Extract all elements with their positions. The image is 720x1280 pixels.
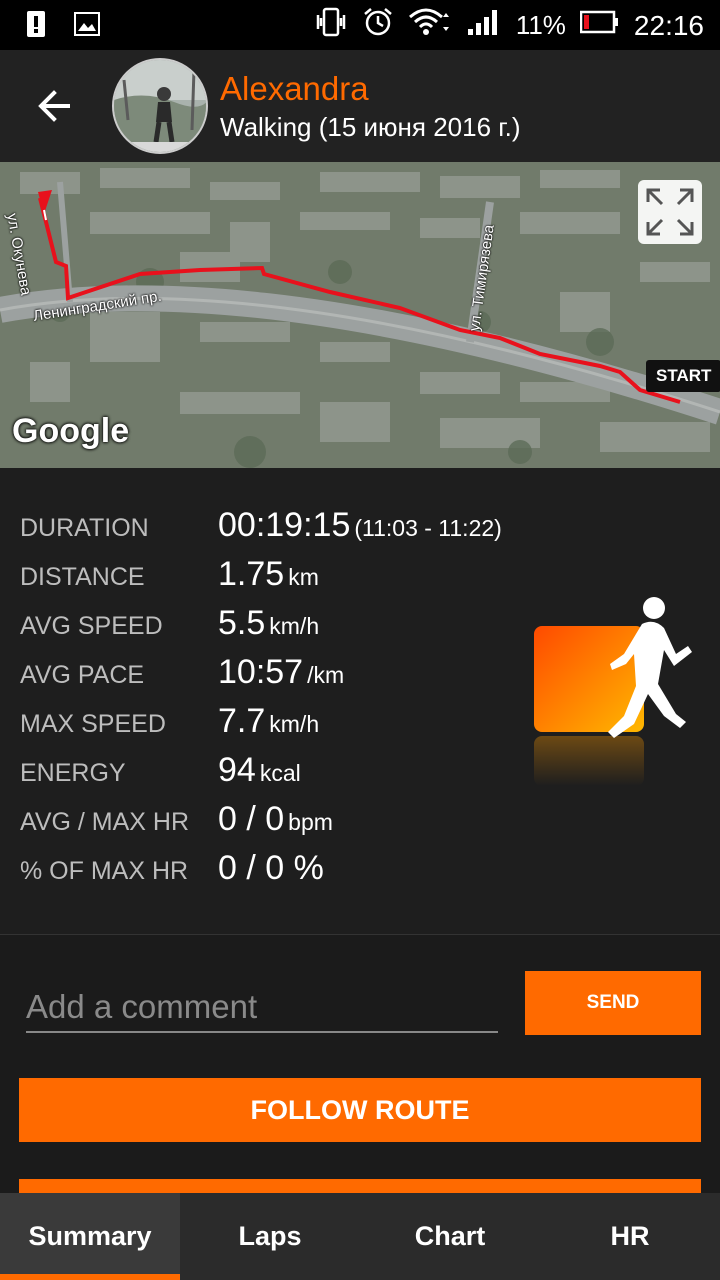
battery-icon (579, 9, 620, 42)
arrow-left-icon (38, 90, 70, 122)
stat-label: AVG SPEED (20, 612, 163, 640)
tab-laps[interactable]: Laps (180, 1193, 360, 1280)
route-map[interactable]: ул. Окунева Ленинградский пр. ул. Тимиря… (0, 162, 720, 468)
vibrate-icon (314, 7, 348, 44)
stat-label: MAX SPEED (20, 710, 166, 738)
follow-route-button[interactable]: FOLLOW ROUTE (19, 1078, 701, 1142)
secondary-action-button[interactable] (19, 1179, 701, 1193)
bottom-tab-bar: Summary Laps Chart HR (0, 1193, 720, 1280)
comment-section: SEND FOLLOW ROUTE (0, 935, 720, 1193)
send-button[interactable]: SEND (525, 971, 701, 1035)
comment-input[interactable] (26, 983, 498, 1033)
stat-value: 00:19:15 (218, 506, 351, 544)
avatar[interactable] (112, 58, 208, 154)
back-button[interactable] (34, 84, 78, 128)
stat-label: DURATION (20, 514, 149, 542)
fullscreen-icon (646, 188, 694, 236)
stat-unit: (11:03 - 11:22) (354, 515, 502, 541)
battery-percent: 11% (515, 10, 566, 40)
stat-value: 7.7 (218, 702, 266, 740)
google-attribution: Google (12, 412, 130, 450)
stat-value: 0 / 0 % (218, 849, 324, 887)
expand-map-button[interactable] (638, 180, 702, 244)
alarm-icon (362, 6, 394, 45)
tab-summary[interactable]: Summary (0, 1193, 180, 1280)
stat-value: 5.5 (218, 604, 266, 642)
stat-value: 0 / 0 (218, 800, 285, 838)
stat-unit: km/h (269, 711, 320, 737)
stat-value: 94 (218, 751, 256, 789)
tab-hr[interactable]: HR (540, 1193, 720, 1280)
walking-activity-icon (530, 588, 700, 788)
tab-chart[interactable]: Chart (360, 1193, 540, 1280)
stat-label: DISTANCE (20, 563, 145, 591)
stat-unit: km (288, 564, 319, 590)
signal-icon (466, 7, 502, 44)
activity-subtitle: Walking (15 июня 2016 г.) (220, 112, 521, 142)
stat-row-max-hr-percent: % OF MAX HR 0 / 0 % (0, 845, 720, 893)
clock: 22:16 (633, 9, 704, 41)
stat-label: ENERGY (20, 759, 126, 787)
alert-icon (26, 10, 46, 43)
stat-unit: bpm (288, 809, 333, 835)
wifi-icon (408, 7, 452, 44)
start-marker: START (646, 360, 720, 392)
stat-unit: km/h (269, 613, 320, 639)
user-name[interactable]: Alexandra (220, 70, 369, 108)
stat-value: 10:57 (218, 653, 304, 691)
status-bar: 11% 22:16 (0, 0, 720, 50)
stat-value: 1.75 (218, 555, 285, 593)
stat-row-duration: DURATION 00:19:15 (11:03 - 11:22) (0, 502, 720, 550)
image-icon (74, 12, 100, 41)
stat-unit: /km (307, 662, 345, 688)
stat-row-hr: AVG / MAX HR 0 / 0 bpm (0, 796, 720, 844)
stat-unit: kcal (259, 760, 301, 786)
stat-label: AVG / MAX HR (20, 808, 190, 836)
app-header: Alexandra Walking (15 июня 2016 г.) (0, 50, 720, 162)
workout-stats: DURATION 00:19:15 (11:03 - 11:22) DISTANC… (0, 468, 720, 934)
stat-label: AVG PACE (20, 661, 145, 689)
stat-label: % OF MAX HR (20, 857, 189, 885)
